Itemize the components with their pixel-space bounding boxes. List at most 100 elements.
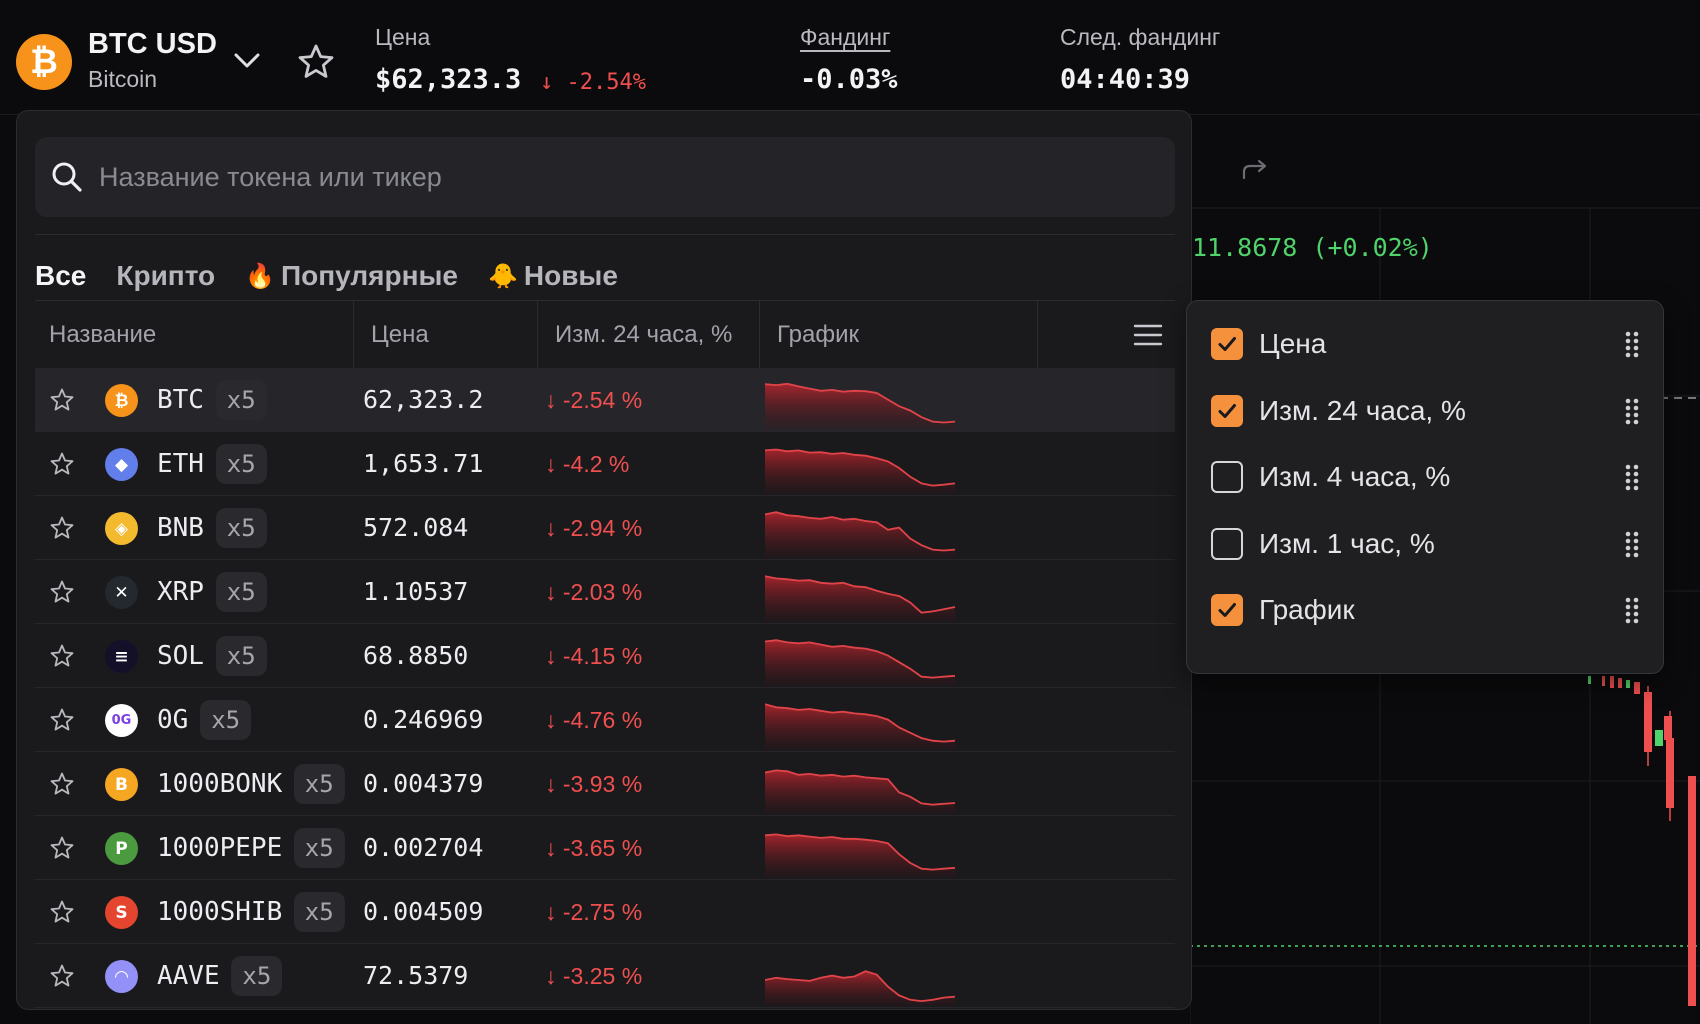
star-icon[interactable] (49, 707, 75, 733)
drag-handle-icon[interactable] (1623, 397, 1641, 425)
bitcoin-icon: ₿ (105, 384, 138, 417)
bonk-icon: B (105, 768, 138, 801)
sparkline-chart (765, 833, 956, 878)
table-header: Название Цена Изм. 24 часа, % График (35, 300, 1175, 369)
column-option[interactable]: Изм. 24 часа, % (1211, 386, 1641, 436)
token-change-24h: ↓ -3.65 % (545, 835, 643, 861)
star-icon[interactable] (49, 963, 75, 989)
checkbox-unchecked[interactable] (1211, 527, 1243, 560)
funding-value: -0.03% (800, 64, 898, 95)
table-row[interactable]: S 1000SHIB x5 0.004509 ↓ -2.75 % (35, 880, 1175, 944)
checkbox-checked[interactable] (1211, 594, 1243, 626)
star-icon[interactable] (49, 579, 75, 605)
table-row[interactable]: ≡ SOL x5 68.8850 ↓ -4.15 % (35, 624, 1175, 688)
table-row[interactable]: B 1000BONK x5 0.004379 ↓ -3.93 % (35, 752, 1175, 816)
sparkline-chart (765, 382, 956, 430)
column-option[interactable]: Изм. 1 час, % (1211, 519, 1641, 569)
pepe-icon: P (105, 832, 138, 865)
sparkline-chart (765, 703, 956, 750)
column-option-label: Изм. 4 часа, % (1259, 461, 1451, 492)
token-list: ₿ BTC x5 62,323.2 ↓ -2.54 % ◆ ETH x5 1,653.71 ↓ -… (35, 368, 1175, 1008)
zerog-icon: 0G (105, 704, 138, 737)
leverage-badge: x5 (231, 956, 283, 996)
tab-all[interactable]: Все (35, 260, 86, 292)
column-header-chart[interactable]: График (777, 301, 859, 369)
sparkline-chart (765, 970, 956, 1006)
pair-title[interactable]: BTC USD (88, 28, 217, 61)
funding-label[interactable]: Фандинг (800, 24, 890, 51)
checkbox-checked[interactable] (1211, 328, 1243, 360)
table-row[interactable]: ◈ BNB x5 572.084 ↓ -2.94 % (35, 496, 1175, 560)
tab-crypto[interactable]: Крипто (116, 260, 215, 292)
search-box[interactable] (35, 137, 1175, 217)
tab-label: Все (35, 260, 87, 291)
tab-popular[interactable]: 🔥 Популярные (245, 260, 458, 292)
table-row[interactable]: ✕ XRP x5 1.10537 ↓ -2.03 % (35, 560, 1175, 624)
token-price: 1.10537 (363, 577, 469, 606)
chick-icon: 🐥 (488, 262, 518, 290)
pair-name: Bitcoin (88, 66, 158, 92)
table-row[interactable]: 0G 0G x5 0.246969 ↓ -4.76 % (35, 688, 1175, 752)
checkbox-checked[interactable] (1211, 394, 1243, 427)
tab-label: Новые (523, 260, 618, 291)
checkmark-icon (1218, 337, 1236, 351)
solana-icon: ≡ (105, 640, 138, 673)
leverage-badge: x5 (215, 636, 267, 676)
token-price: 0.004379 (363, 769, 484, 798)
column-header-change[interactable]: Изм. 24 часа, % (555, 301, 732, 369)
column-option-label: Цена (1259, 328, 1327, 359)
column-settings-popover: Цена Изм. 24 часа, % Изм. 4 часа, % Изм. 1 … (1186, 300, 1664, 674)
star-icon[interactable] (49, 643, 75, 669)
star-icon[interactable] (49, 451, 75, 477)
column-settings-menu-icon[interactable] (1131, 321, 1165, 349)
leverage-badge: x5 (215, 380, 267, 420)
drag-handle-icon[interactable] (1623, 463, 1641, 491)
xrp-icon: ✕ (105, 576, 138, 609)
table-row[interactable]: ◠ AAVE x5 72.5379 ↓ -3.25 % (35, 944, 1175, 1008)
redo-icon[interactable] (1240, 156, 1270, 186)
drag-handle-icon[interactable] (1623, 596, 1641, 624)
token-change-24h: ↓ -2.94 % (545, 515, 643, 541)
fire-icon: 🔥 (245, 262, 276, 290)
sparkline-chart (765, 511, 956, 558)
bitcoin-logo-icon[interactable]: ₿ (16, 34, 72, 90)
star-icon[interactable] (49, 387, 75, 413)
search-input[interactable] (99, 147, 1159, 207)
star-icon[interactable] (49, 899, 75, 925)
column-option[interactable]: Цена (1211, 319, 1641, 369)
table-row[interactable]: ₿ BTC x5 62,323.2 ↓ -2.54 % (35, 368, 1175, 432)
checkmark-icon (1218, 403, 1236, 418)
column-option[interactable]: График (1211, 585, 1641, 635)
category-tabs: Все Крипто 🔥 Популярные 🐥 Новые (35, 251, 618, 301)
leverage-badge: x5 (293, 892, 345, 932)
token-price: 1,653.71 (363, 449, 484, 478)
chevron-down-icon[interactable] (232, 48, 262, 72)
token-change-24h: ↓ -4.15 % (545, 643, 643, 669)
tab-new[interactable]: 🐥 Новые (488, 260, 618, 292)
favorite-star-icon[interactable] (296, 42, 336, 82)
column-header-price[interactable]: Цена (371, 301, 429, 369)
sparkline-chart (765, 448, 956, 494)
token-ticker: BTC (157, 385, 204, 415)
sparkline-area (765, 834, 955, 878)
chart-price-readout: 11.8678 (+0.02%) (1192, 233, 1433, 262)
column-option[interactable]: Изм. 4 часа, % (1211, 452, 1641, 502)
table-row[interactable]: ◆ ETH x5 1,653.71 ↓ -4.2 % (35, 432, 1175, 496)
leverage-badge: x5 (215, 444, 267, 484)
tab-label: Популярные (281, 260, 458, 291)
column-header-name[interactable]: Название (49, 301, 156, 369)
drag-handle-icon[interactable] (1623, 530, 1641, 558)
next-funding-label: След. фандинг (1060, 24, 1221, 50)
star-icon[interactable] (49, 771, 75, 797)
shib-icon: S (105, 896, 138, 929)
drag-handle-icon[interactable] (1623, 330, 1641, 358)
sparkline-area (765, 449, 955, 494)
star-icon[interactable] (49, 515, 75, 541)
token-change-24h: ↓ -2.03 % (545, 579, 643, 605)
checkbox-unchecked[interactable] (1211, 461, 1243, 493)
table-row[interactable]: P 1000PEPE x5 0.002704 ↓ -3.65 % (35, 816, 1175, 880)
tab-label: Крипто (116, 260, 216, 291)
checkmark-icon (1218, 603, 1236, 617)
aave-icon: ◠ (105, 960, 138, 993)
star-icon[interactable] (49, 835, 75, 861)
